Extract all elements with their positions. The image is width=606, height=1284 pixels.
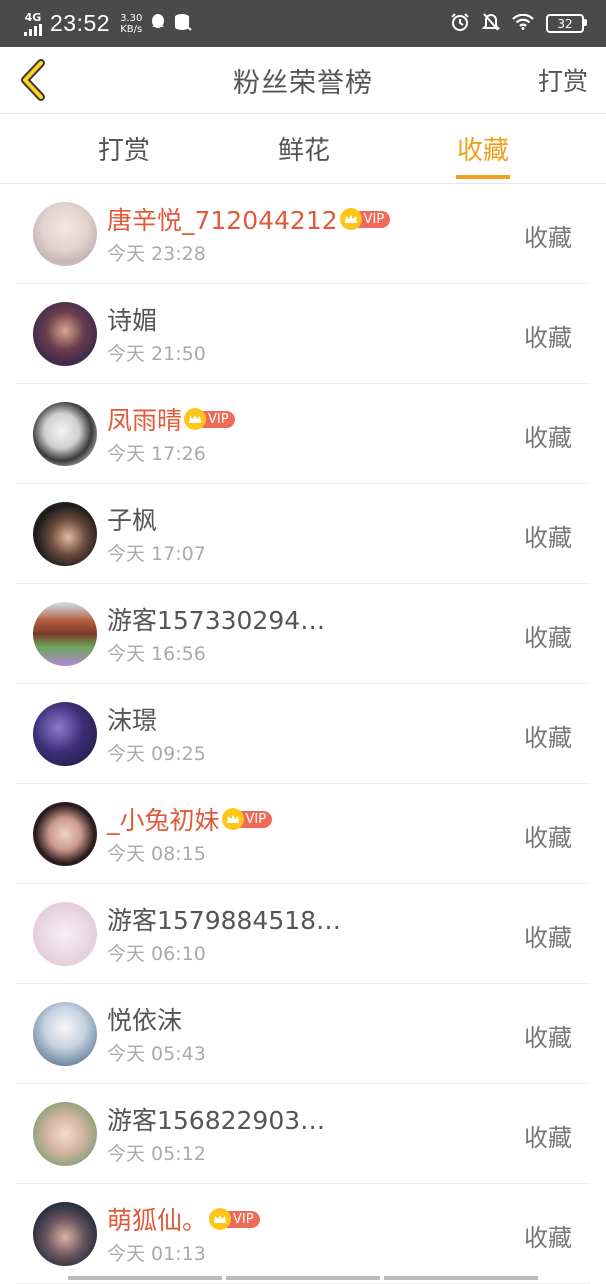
list-item[interactable]: _小兔初妹 VIP 今天 08:15 收藏 <box>16 784 590 884</box>
action-label: 收藏 <box>524 418 572 453</box>
avatar[interactable] <box>33 302 97 366</box>
avatar[interactable] <box>33 902 97 966</box>
user-name: 萌狐仙。 <box>107 1201 207 1237</box>
tab-reward[interactable]: 打赏 <box>96 114 152 183</box>
battery-level: 32 <box>557 17 572 31</box>
crown-icon <box>184 408 206 430</box>
crown-icon <box>340 208 362 230</box>
user-name: 游客1579884518… <box>107 901 341 937</box>
scroll-indicator <box>68 1276 538 1280</box>
status-left: 4G 23:52 3.30 KB/s <box>24 10 192 37</box>
back-button[interactable] <box>14 55 54 105</box>
list-item[interactable]: 游客1579884518… 今天 06:10 收藏 <box>16 884 590 984</box>
tab-bar: 打赏 鲜花 收藏 <box>0 114 606 184</box>
avatar[interactable] <box>33 802 97 866</box>
list-item[interactable]: 游客156822903… 今天 05:12 收藏 <box>16 1084 590 1184</box>
storage-icon <box>174 13 192 35</box>
list-item[interactable]: 悦依沫 今天 05:43 收藏 <box>16 984 590 1084</box>
action-label: 收藏 <box>524 718 572 753</box>
status-bar: 4G 23:52 3.30 KB/s 32 <box>0 0 606 47</box>
avatar[interactable] <box>33 1202 97 1266</box>
timestamp: 今天 16:56 <box>107 639 325 666</box>
list-item[interactable]: 诗媚 今天 21:50 收藏 <box>16 284 590 384</box>
timestamp: 今天 09:25 <box>107 739 206 766</box>
user-name: 凤雨晴 <box>107 401 182 437</box>
back-arrow-icon <box>19 59 49 101</box>
action-label: 收藏 <box>524 618 572 653</box>
battery-icon: 32 <box>546 14 584 33</box>
avatar[interactable] <box>33 702 97 766</box>
status-right: 32 <box>450 12 584 36</box>
speed-value: 3.30 <box>120 13 142 24</box>
action-label: 收藏 <box>524 1218 572 1253</box>
avatar[interactable] <box>33 202 97 266</box>
crown-icon <box>222 808 244 830</box>
list-item[interactable]: 凤雨晴 VIP 今天 17:26 收藏 <box>16 384 590 484</box>
user-name: 唐辛悦_712044212 <box>107 201 338 237</box>
network-speed: 3.30 KB/s <box>120 13 142 35</box>
timestamp: 今天 05:12 <box>107 1139 325 1166</box>
tab-label: 收藏 <box>457 130 509 167</box>
signal-icon <box>24 24 42 36</box>
vip-badge: VIP <box>222 808 273 830</box>
user-name: _小兔初妹 <box>107 801 220 837</box>
user-name: 游客157330294… <box>107 601 325 637</box>
timestamp: 今天 05:43 <box>107 1039 206 1066</box>
list-item[interactable]: 游客157330294… 今天 16:56 收藏 <box>16 584 590 684</box>
network-indicator: 4G <box>24 12 42 36</box>
action-label: 收藏 <box>524 1018 572 1053</box>
mute-bell-icon <box>482 12 500 36</box>
vip-badge: VIP <box>184 408 235 430</box>
action-label: 收藏 <box>524 818 572 853</box>
status-time: 23:52 <box>50 10 110 37</box>
list-item[interactable]: 沫璟 今天 09:25 收藏 <box>16 684 590 784</box>
timestamp: 今天 23:28 <box>107 239 390 266</box>
active-tab-indicator <box>456 175 510 179</box>
avatar[interactable] <box>33 602 97 666</box>
reward-button[interactable]: 打赏 <box>538 62 588 98</box>
timestamp: 今天 08:15 <box>107 839 272 866</box>
top-bar: 粉丝荣誉榜 打赏 <box>0 47 606 114</box>
vip-badge: VIP <box>340 208 391 230</box>
timestamp: 今天 21:50 <box>107 339 206 366</box>
page-title: 粉丝荣誉榜 <box>0 61 606 100</box>
alarm-icon <box>450 12 470 36</box>
user-name: 子枫 <box>107 501 157 537</box>
user-name: 游客156822903… <box>107 1101 325 1137</box>
avatar[interactable] <box>33 402 97 466</box>
timestamp: 今天 17:26 <box>107 439 235 466</box>
timestamp: 今天 01:13 <box>107 1239 260 1266</box>
qq-icon <box>150 13 166 35</box>
fan-list: 唐辛悦_712044212 VIP 今天 23:28 收藏 诗媚 今天 21:5… <box>16 184 590 1284</box>
vip-badge: VIP <box>209 1208 260 1230</box>
action-label: 收藏 <box>524 918 572 953</box>
avatar[interactable] <box>33 1002 97 1066</box>
speed-unit: KB/s <box>120 24 142 35</box>
user-name: 悦依沫 <box>107 1001 182 1037</box>
list-item[interactable]: 唐辛悦_712044212 VIP 今天 23:28 收藏 <box>16 184 590 284</box>
action-label: 收藏 <box>524 1118 572 1153</box>
list-item[interactable]: 萌狐仙。 VIP 今天 01:13 收藏 <box>16 1184 590 1284</box>
avatar[interactable] <box>33 502 97 566</box>
crown-icon <box>209 1208 231 1230</box>
timestamp: 今天 06:10 <box>107 939 341 966</box>
network-type: 4G <box>25 12 42 23</box>
wifi-icon <box>512 14 534 34</box>
user-name: 沫璟 <box>107 701 157 737</box>
list-item[interactable]: 子枫 今天 17:07 收藏 <box>16 484 590 584</box>
tab-flowers[interactable]: 鲜花 <box>276 114 332 183</box>
user-name: 诗媚 <box>107 301 157 337</box>
tab-favorites[interactable]: 收藏 <box>456 114 510 183</box>
action-label: 收藏 <box>524 218 572 253</box>
action-label: 收藏 <box>524 518 572 553</box>
avatar[interactable] <box>33 1102 97 1166</box>
timestamp: 今天 17:07 <box>107 539 206 566</box>
tab-label: 打赏 <box>98 130 150 167</box>
tab-label: 鲜花 <box>278 130 330 167</box>
action-label: 收藏 <box>524 318 572 353</box>
